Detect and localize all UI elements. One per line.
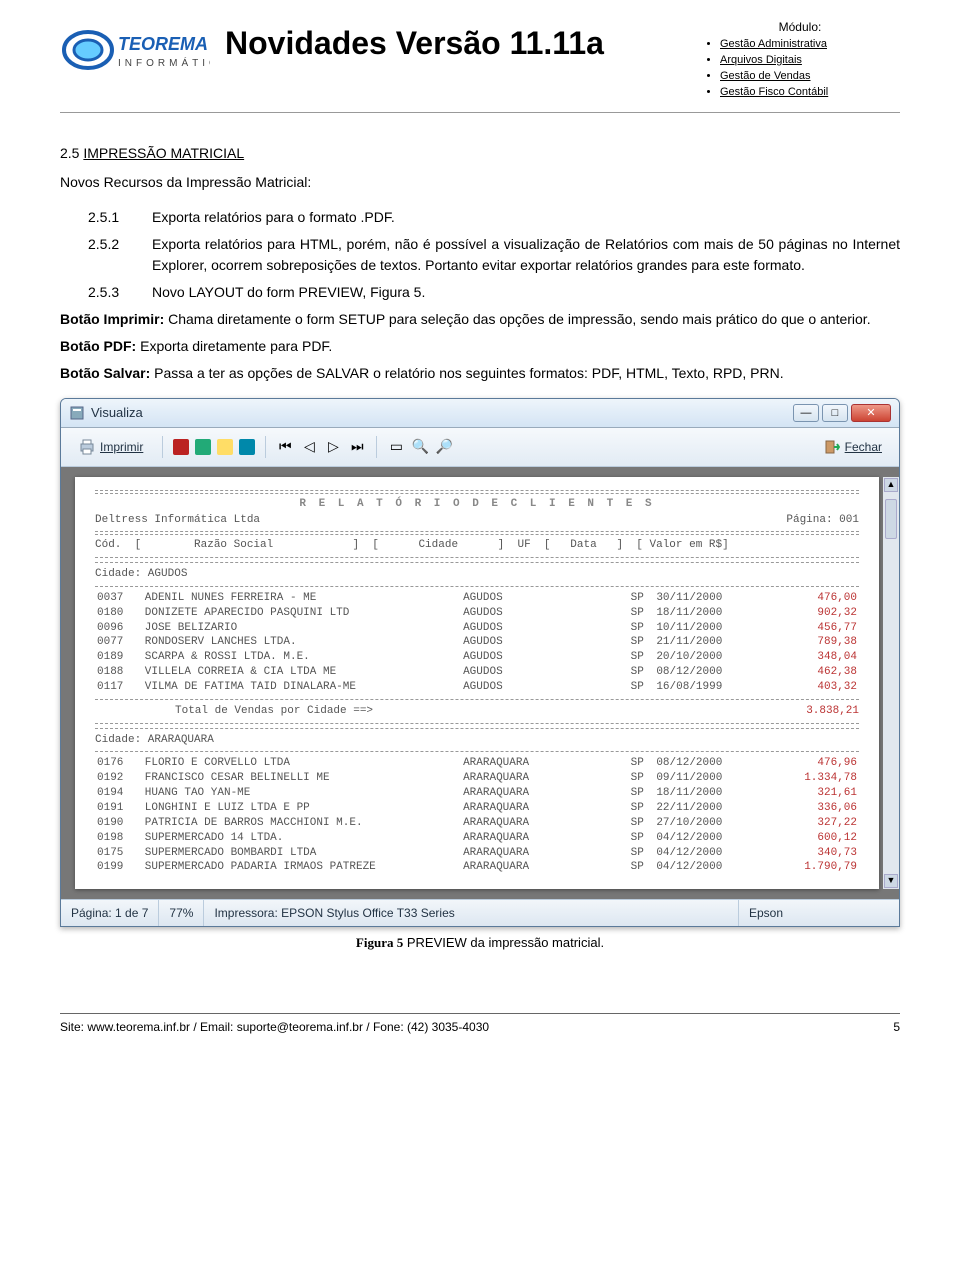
- toolbar: Imprimir ⏮ ◁ ▷ ⏭ ▭: [61, 428, 899, 467]
- figure-label: Figura 5: [356, 935, 403, 950]
- numbered-list: 2.5.1 Exporta relatórios para o formato …: [88, 207, 900, 303]
- toolbar-separator: [376, 436, 377, 458]
- table-row: 0096JOSE BELIZARIOAGUDOSSP10/11/2000456,…: [95, 621, 859, 636]
- section-body: 2.5 IMPRESSÃO MATRICIAL Novos Recursos d…: [60, 143, 900, 953]
- city-header: Cidade: AGUDOS: [95, 567, 859, 582]
- table-row: 0199SUPERMERCADO PADARIA IRMAOS PATREZEA…: [95, 860, 859, 875]
- preview-area: R E L A T Ó R I O D E C L I E N T E S De…: [61, 467, 899, 900]
- bold-label: Botão PDF:: [60, 338, 136, 354]
- print-button[interactable]: Imprimir: [69, 434, 152, 460]
- logo-text-sub: INFORMÁTICA: [118, 56, 210, 69]
- door-icon: [823, 438, 841, 456]
- table-row: 0192FRANCISCO CESAR BELINELLI MEARARAQUA…: [95, 771, 859, 786]
- status-printer: Impressora: EPSON Stylus Office T33 Seri…: [204, 900, 739, 926]
- pdf-icon[interactable]: [173, 439, 189, 455]
- item-number: 2.5.2: [88, 234, 128, 276]
- close-label: Fechar: [845, 440, 882, 454]
- table-row: 0198SUPERMERCADO 14 LTDA.ARARAQUARASP04/…: [95, 831, 859, 846]
- table-row: 0175SUPERMERCADO BOMBARDI LTDAARARAQUARA…: [95, 846, 859, 861]
- module-box: Módulo: Gestão Administrativa Arquivos D…: [700, 20, 900, 102]
- status-zoom: 77%: [159, 900, 204, 926]
- status-printer-short: Epson: [739, 900, 899, 926]
- para-text: Exporta diretamente para PDF.: [136, 338, 332, 354]
- logo: TEOREMA INFORMÁTICA: [60, 20, 210, 80]
- statusbar: Página: 1 de 7 77% Impressora: EPSON Sty…: [61, 899, 899, 926]
- section-title: IMPRESSÃO MATRICIAL: [83, 145, 244, 161]
- zoom-out-icon[interactable]: 🔎: [435, 438, 453, 456]
- table-row: 0180DONIZETE APARECIDO PASQUINI LTDAGUDO…: [95, 606, 859, 621]
- footer-page-number: 5: [893, 1020, 900, 1034]
- item-text: Exporta relatórios para HTML, porém, não…: [152, 234, 900, 276]
- logo-text-top: TEOREMA: [118, 34, 208, 54]
- page-header: TEOREMA INFORMÁTICA Novidades Versão 11.…: [60, 20, 900, 113]
- item-number: 2.5.1: [88, 207, 128, 228]
- page-title: Novidades Versão 11.11a: [225, 20, 685, 62]
- para-text: Chama diretamente o form SETUP para sele…: [164, 311, 870, 327]
- module-item: Gestão de Vendas: [720, 70, 900, 82]
- table-row: 0190PATRICIA DE BARROS MACCHIONI M.E.ARA…: [95, 816, 859, 831]
- bold-label: Botão Imprimir:: [60, 311, 164, 327]
- text-icon[interactable]: [239, 439, 255, 455]
- table-row: 0176FLORIO E CORVELLO LTDAARARAQUARASP08…: [95, 756, 859, 771]
- module-label: Módulo:: [700, 20, 900, 34]
- close-window-button[interactable]: ✕: [851, 404, 891, 422]
- report-paper: R E L A T Ó R I O D E C L I E N T E S De…: [75, 477, 879, 890]
- print-label: Imprimir: [100, 440, 143, 454]
- section-intro: Novos Recursos da Impressão Matricial:: [60, 172, 900, 193]
- prev-page-icon[interactable]: ◁: [300, 438, 318, 456]
- scroll-thumb[interactable]: [885, 499, 897, 539]
- table-row: 0189SCARPA & ROSSI LTDA. M.E.AGUDOSSP20/…: [95, 650, 859, 665]
- status-page: Página: 1 de 7: [61, 900, 159, 926]
- figure-text: PREVIEW da impressão matricial.: [403, 935, 604, 950]
- report-page: Página: 001: [786, 513, 859, 528]
- item-text: Exporta relatórios para o formato .PDF.: [152, 207, 900, 228]
- minimize-button[interactable]: —: [793, 404, 819, 422]
- window-title: Visualiza: [91, 403, 793, 423]
- preview-window: Visualiza — □ ✕ Imprimir: [60, 398, 900, 927]
- module-item: Gestão Fisco Contábil: [720, 86, 900, 98]
- report-columns: Cód. [ Razão Social ] [ Cidade ] UF [ Da…: [95, 538, 729, 553]
- para-text: Passa a ter as opções de SALVAR o relató…: [150, 365, 783, 381]
- section-number: 2.5: [60, 145, 79, 161]
- table-row: 0077RONDOSERV LANCHES LTDA.AGUDOSSP21/11…: [95, 635, 859, 650]
- table-row: 0117VILMA DE FATIMA TAID DINALARA-MEAGUD…: [95, 680, 859, 695]
- bold-label: Botão Salvar:: [60, 365, 150, 381]
- city-total: Total de Vendas por Cidade ==>3.838,21: [95, 704, 859, 719]
- scrollbar[interactable]: ▲ ▼: [883, 477, 899, 890]
- close-button[interactable]: Fechar: [814, 434, 891, 460]
- excel-icon[interactable]: [195, 439, 211, 455]
- module-item: Arquivos Digitais: [720, 54, 900, 66]
- toolbar-separator: [162, 436, 163, 458]
- window-icon: [69, 405, 85, 421]
- table-row: 0037ADENIL NUNES FERREIRA - MEAGUDOSSP30…: [95, 591, 859, 606]
- report-table: 0037ADENIL NUNES FERREIRA - MEAGUDOSSP30…: [95, 591, 859, 695]
- city-header: Cidade: ARARAQUARA: [95, 733, 859, 748]
- report-company: Deltress Informática Ltda: [95, 513, 260, 528]
- window-titlebar: Visualiza — □ ✕: [61, 399, 899, 428]
- save-icon[interactable]: [217, 439, 233, 455]
- table-row: 0188VILLELA CORREIA & CIA LTDA MEAGUDOSS…: [95, 665, 859, 680]
- footer-left: Site: www.teorema.inf.br / Email: suport…: [60, 1020, 489, 1034]
- scroll-down-icon[interactable]: ▼: [884, 874, 898, 888]
- figure-caption: Figura 5 PREVIEW da impressão matricial.: [60, 933, 900, 953]
- fit-page-icon[interactable]: ▭: [387, 438, 405, 456]
- printer-icon: [78, 438, 96, 456]
- item-text: Novo LAYOUT do form PREVIEW, Figura 5.: [152, 282, 900, 303]
- report-title: R E L A T Ó R I O D E C L I E N T E S: [95, 497, 859, 512]
- maximize-button[interactable]: □: [822, 404, 848, 422]
- table-row: 0194HUANG TAO YAN-MEARARAQUARASP18/11/20…: [95, 786, 859, 801]
- report-table: 0176FLORIO E CORVELLO LTDAARARAQUARASP08…: [95, 756, 859, 875]
- scroll-up-icon[interactable]: ▲: [884, 478, 898, 492]
- item-number: 2.5.3: [88, 282, 128, 303]
- module-item: Gestão Administrativa: [720, 38, 900, 50]
- page-footer: Site: www.teorema.inf.br / Email: suport…: [60, 1013, 900, 1034]
- next-page-icon[interactable]: ▷: [324, 438, 342, 456]
- first-page-icon[interactable]: ⏮: [276, 438, 294, 456]
- last-page-icon[interactable]: ⏭: [348, 438, 366, 456]
- zoom-in-icon[interactable]: 🔍: [411, 438, 429, 456]
- table-row: 0191LONGHINI E LUIZ LTDA E PPARARAQUARAS…: [95, 801, 859, 816]
- toolbar-separator: [265, 436, 266, 458]
